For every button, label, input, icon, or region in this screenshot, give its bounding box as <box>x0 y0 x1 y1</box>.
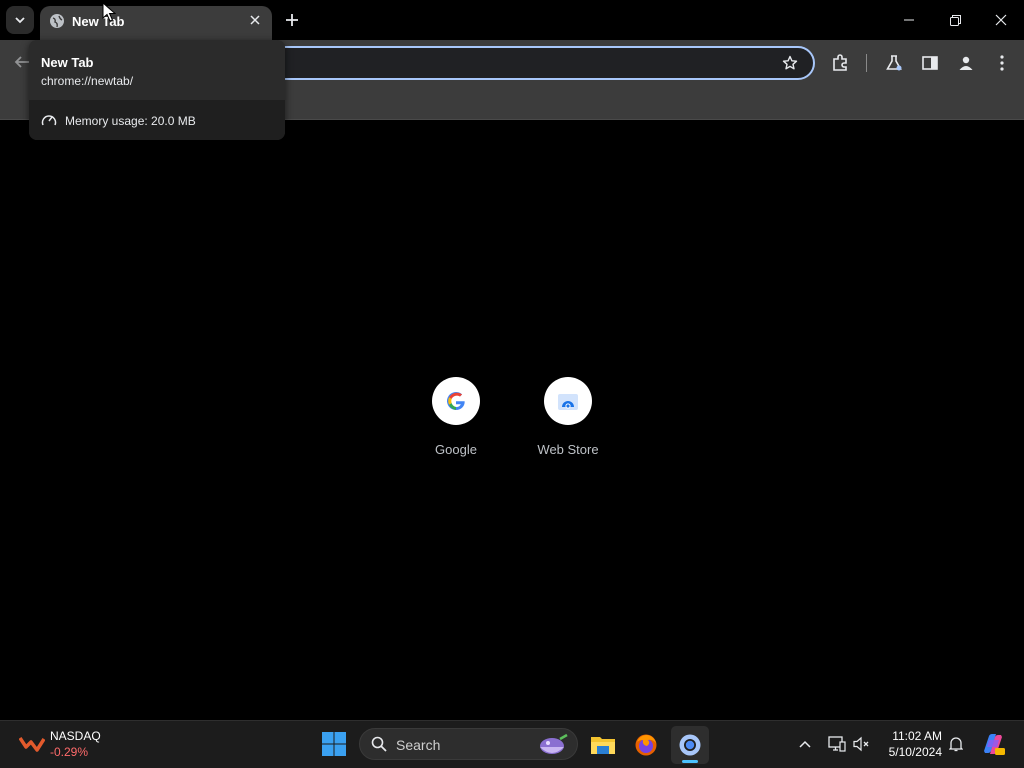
search-highlight-icon <box>540 733 568 754</box>
tab-search-button[interactable] <box>6 6 34 34</box>
firefox-icon <box>635 734 657 756</box>
widget-stock-change: -0.29% <box>50 745 89 759</box>
memory-gauge-icon <box>41 115 57 126</box>
shortcut-label: Google <box>435 442 477 457</box>
copilot-button[interactable] <box>979 730 1007 758</box>
volume-tray-button[interactable] <box>851 733 873 755</box>
close-icon <box>250 15 260 25</box>
chrome-icon <box>679 734 701 756</box>
shortcut-tile <box>544 377 592 425</box>
tab-title: New Tab <box>72 14 125 29</box>
google-g-icon <box>446 392 465 411</box>
new-tab-button[interactable] <box>280 8 304 32</box>
show-hidden-icons-button[interactable] <box>794 733 816 755</box>
tab-hover-card: New Tab chrome://newtab/ Memory usage: 2… <box>29 40 285 140</box>
tab-new-tab[interactable]: New Tab <box>40 6 272 40</box>
widget-stock-name[interactable]: NASDAQ <box>50 729 101 743</box>
plus-icon <box>286 14 298 26</box>
toolbar-separator <box>866 54 867 72</box>
search-icon <box>371 736 387 752</box>
mouse-cursor-icon <box>102 2 116 22</box>
globe-icon <box>50 14 64 28</box>
shortcut-tile <box>432 377 480 425</box>
profile-icon <box>959 56 973 70</box>
shortcut-label: Web Store <box>537 442 599 457</box>
close-icon <box>995 14 1007 26</box>
close-window-button[interactable] <box>978 0 1024 40</box>
taskbar-chrome[interactable] <box>671 726 709 764</box>
side-panel-button[interactable] <box>918 52 942 74</box>
menu-dots-icon <box>1000 55 1004 71</box>
extensions-button[interactable] <box>828 52 852 74</box>
shortcut-web-store[interactable]: Web Store <box>518 376 618 466</box>
hover-card-header <box>29 40 285 100</box>
windows-start-icon[interactable] <box>320 730 348 758</box>
chevron-up-icon <box>799 740 811 748</box>
notifications-button[interactable] <box>945 733 967 755</box>
file-explorer-icon <box>591 737 615 754</box>
minimize-button[interactable] <box>886 0 932 40</box>
bookmark-star-button[interactable] <box>778 52 802 74</box>
minimize-icon <box>904 19 914 21</box>
web-store-icon <box>558 394 578 410</box>
copilot-icon <box>984 734 1005 755</box>
network-icon <box>828 736 846 752</box>
search-label: Search <box>396 737 441 753</box>
shortcut-google[interactable]: Google <box>406 376 506 466</box>
taskbar-file-explorer[interactable] <box>584 726 622 764</box>
close-tab-button[interactable] <box>246 11 264 29</box>
side-panel-icon <box>922 56 938 70</box>
back-arrow-icon <box>14 56 29 68</box>
labs-flask-icon <box>886 55 902 71</box>
active-app-indicator <box>682 760 698 763</box>
hover-card-url: chrome://newtab/ <box>41 74 134 88</box>
stock-chart-icon[interactable] <box>19 733 45 755</box>
clock-time[interactable]: 11:02 AM <box>884 729 942 743</box>
hover-card-title: New Tab <box>41 55 94 70</box>
menu-button[interactable] <box>990 52 1014 74</box>
tab-strip: New Tab <box>0 0 1024 40</box>
star-icon <box>782 55 798 70</box>
profile-button[interactable] <box>954 52 978 74</box>
restore-button[interactable] <box>932 0 978 40</box>
network-tray-button[interactable] <box>826 733 848 755</box>
taskbar-search[interactable]: Search <box>359 728 578 760</box>
volume-muted-icon <box>853 736 869 752</box>
clock-date[interactable]: 5/10/2024 <box>884 745 942 759</box>
chevron-down-icon <box>15 17 25 24</box>
restore-icon <box>949 14 961 26</box>
extensions-icon <box>833 54 847 71</box>
labs-button[interactable] <box>882 52 906 74</box>
memory-usage-label: Memory usage: 20.0 MB <box>65 114 196 128</box>
taskbar-firefox[interactable] <box>627 726 665 764</box>
bell-icon <box>949 737 963 752</box>
